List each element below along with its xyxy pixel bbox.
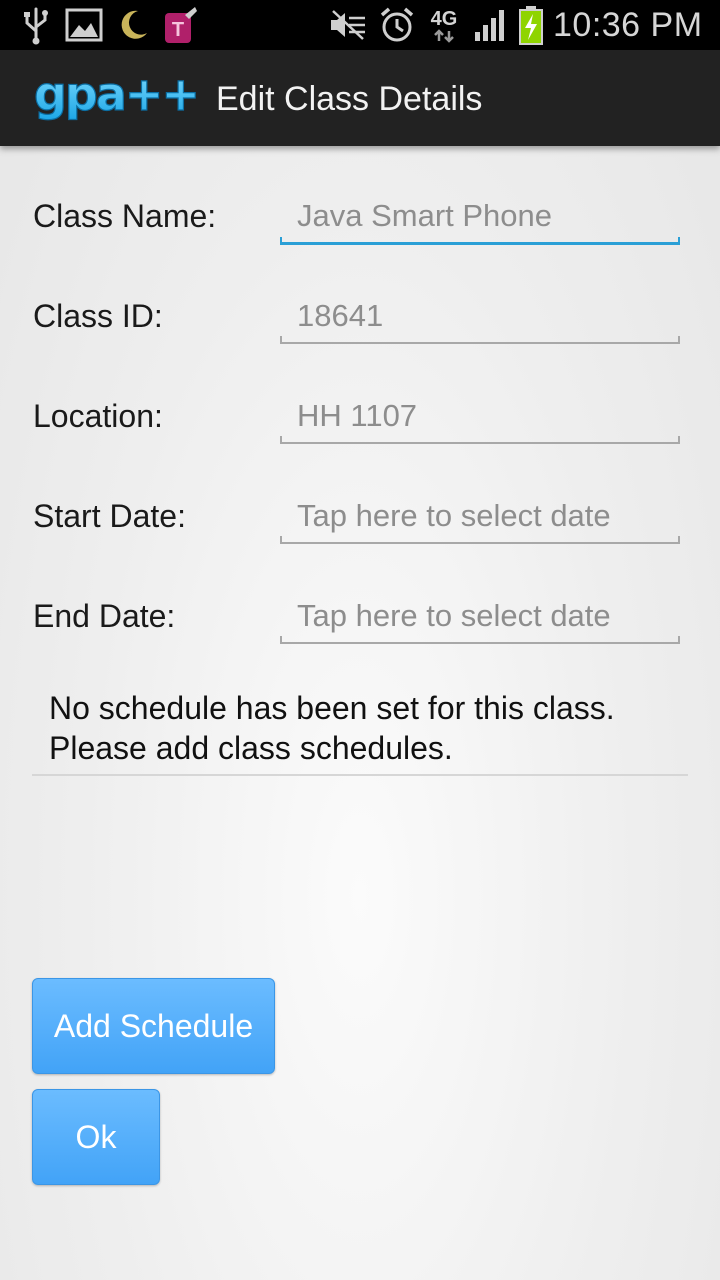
location-field[interactable]: HH 1107 bbox=[280, 366, 680, 466]
class-id-label: Class ID: bbox=[33, 297, 163, 334]
network-4g-icon: 4G bbox=[424, 4, 464, 46]
network-type-text: 4G bbox=[431, 8, 458, 30]
class-id-underline bbox=[280, 336, 680, 344]
picture-icon bbox=[64, 4, 104, 46]
schedule-message-line-1: No schedule has been set for this class. bbox=[49, 690, 615, 726]
moon-icon bbox=[114, 4, 152, 46]
form-row-class-name: Class Name: Java Smart Phone bbox=[0, 166, 720, 266]
alarm-icon bbox=[378, 4, 416, 46]
schedule-message-line-2: Please add class schedules. bbox=[49, 730, 453, 766]
location-label: Location: bbox=[33, 397, 163, 434]
status-bar: T 4G 10:36 PM bbox=[0, 0, 720, 50]
start-date-placeholder: Tap here to select date bbox=[297, 498, 611, 533]
class-name-value: Java Smart Phone bbox=[297, 198, 553, 233]
action-bar: gpa++ Edit Class Details bbox=[0, 50, 720, 146]
usb-icon bbox=[20, 4, 52, 46]
schedule-message: No schedule has been set for this class.… bbox=[49, 688, 669, 768]
ok-button[interactable]: Ok bbox=[32, 1089, 160, 1185]
tmobile-icon: T bbox=[160, 4, 200, 46]
end-date-field[interactable]: Tap here to select date bbox=[280, 566, 680, 666]
form-row-location: Location: HH 1107 bbox=[0, 366, 720, 466]
status-time: 10:36 PM bbox=[553, 6, 703, 44]
start-date-field[interactable]: Tap here to select date bbox=[280, 466, 680, 566]
form-row-class-id: Class ID: 18641 bbox=[0, 266, 720, 366]
battery-charging-icon bbox=[516, 4, 546, 46]
carrier-badge-text: T bbox=[172, 19, 184, 41]
signal-icon bbox=[472, 4, 510, 46]
form-row-start-date: Start Date: Tap here to select date bbox=[0, 466, 720, 566]
mute-icon bbox=[328, 4, 368, 46]
end-date-underline bbox=[280, 636, 680, 644]
location-value: HH 1107 bbox=[297, 398, 418, 433]
app-logo-text: gpa++ bbox=[34, 72, 198, 121]
class-name-underline bbox=[280, 237, 680, 245]
class-id-field[interactable]: 18641 bbox=[280, 266, 680, 366]
app-logo[interactable]: gpa++ bbox=[32, 66, 204, 124]
class-name-label: Class Name: bbox=[33, 197, 217, 234]
start-date-label: Start Date: bbox=[33, 497, 186, 534]
end-date-label: End Date: bbox=[33, 597, 176, 634]
class-id-value: 18641 bbox=[297, 298, 384, 333]
start-date-underline bbox=[280, 536, 680, 544]
end-date-placeholder: Tap here to select date bbox=[297, 598, 611, 633]
schedule-divider bbox=[32, 774, 688, 776]
location-underline bbox=[280, 436, 680, 444]
form-row-end-date: End Date: Tap here to select date bbox=[0, 566, 720, 666]
class-name-field[interactable]: Java Smart Phone bbox=[280, 166, 680, 266]
page-title: Edit Class Details bbox=[216, 80, 483, 118]
add-schedule-button[interactable]: Add Schedule bbox=[32, 978, 275, 1074]
